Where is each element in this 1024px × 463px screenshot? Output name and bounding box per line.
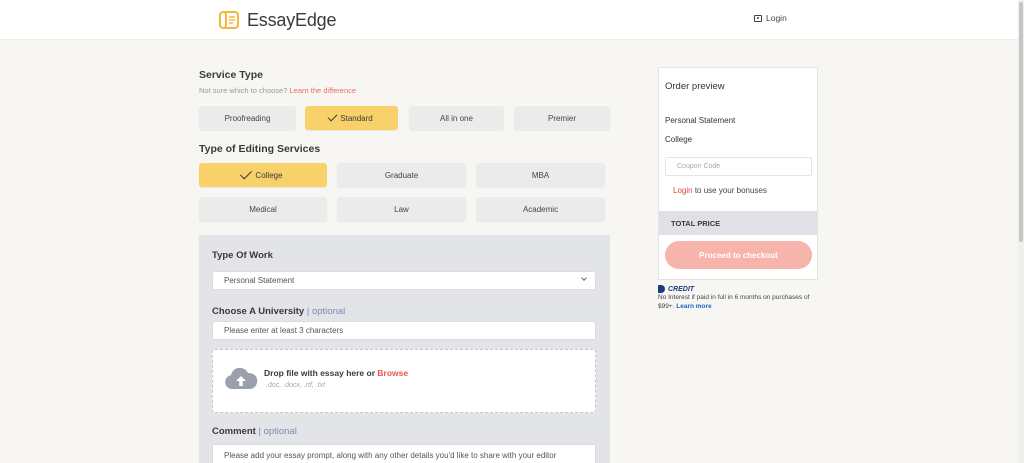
editing-option-academic[interactable]: Academic [476,197,605,221]
comment-textarea[interactable]: Please add your essay prompt, along with… [212,444,596,463]
brand-name: EssayEdge [247,9,337,30]
university-input[interactable]: Please enter at least 3 characters [212,321,596,340]
header-login-link[interactable]: Login [754,13,787,23]
service-option-label: Premier [547,113,576,123]
service-option-premier[interactable]: Premier [514,106,610,130]
service-option-proofreading[interactable]: Proofreading [199,106,296,130]
paypal-icon [658,285,665,293]
editing-option-mba[interactable]: MBA [476,163,605,187]
browse-link[interactable]: Browse [377,368,408,378]
service-type-subtitle-text: Not sure which to choose? [199,86,288,95]
bonus-login-text: to use your bonuses [694,186,767,195]
total-price-label: TOTAL PRICE [671,218,721,228]
editing-services-title: Type of Editing Services [199,143,321,155]
service-type-title: Service Type [199,69,264,81]
cloud-upload-icon [225,367,258,389]
total-price-bar: TOTAL PRICE [659,211,817,235]
service-option-label: Proofreading [224,113,271,123]
editing-option-medical[interactable]: Medical [199,197,327,221]
editing-option-label: Law [394,204,409,214]
coupon-input[interactable]: Coupon Code [665,157,812,176]
file-dropzone[interactable]: Drop file with essay here or Browse .doc… [212,349,596,413]
university-optional-tag: | optional [306,306,346,317]
page-scrollbar[interactable] [1018,0,1024,463]
service-option-label: Standard [340,113,373,123]
editing-option-law[interactable]: Law [337,197,466,221]
editing-option-college[interactable]: College [199,163,327,187]
order-preview-title: Order preview [665,81,725,92]
comment-placeholder: Please add your essay prompt, along with… [224,451,557,460]
dropzone-file-types: .doc, .docx, .rtf, .txt [266,382,326,389]
service-option-all-in-one[interactable]: All in one [409,106,504,130]
scroll-logo-icon [219,10,239,30]
editing-option-graduate[interactable]: Graduate [337,163,466,187]
coupon-placeholder: Coupon Code [677,163,721,170]
user-card-icon [754,14,762,22]
top-header: EssayEdge Login [0,0,1018,40]
service-option-label: All in one [440,113,473,123]
university-placeholder: Please enter at least 3 characters [224,326,344,335]
university-label-text: Choose A University [212,306,305,317]
university-label: Choose A University | optional [212,306,345,317]
checkout-label: Proceed to checkout [699,250,778,260]
service-type-subtitle: Not sure which to choose? Learn the diff… [199,86,356,95]
header-login-label: Login [766,13,787,23]
learn-difference-link[interactable]: Learn the difference [289,86,356,95]
dropzone-text: Drop file with essay here or Browse [264,368,408,378]
paypal-logo-text: CREDIT [668,285,695,293]
comment-optional-tag: | optional [258,426,297,437]
comment-label-text: Comment [212,426,256,437]
bonus-login-line: Login to use your bonuses [673,186,767,195]
comment-label: Comment | optional [212,426,297,437]
editing-option-label: College [255,170,283,180]
order-form-panel: Type Of Work Personal Statement Choose A… [199,235,610,463]
type-of-work-label: Type Of Work [212,250,273,261]
editing-option-label: MBA [531,170,550,180]
paypal-credit-block: CREDIT No Interest if paid in full in 6 … [658,285,823,311]
type-of-work-select[interactable]: Personal Statement [212,271,596,290]
editing-option-label: Graduate [384,170,419,180]
paypal-credit-text: No Interest if paid in full in 6 months … [658,294,823,311]
check-icon [327,111,338,122]
scrollbar-thumb[interactable] [1019,2,1023,242]
dropzone-label: Drop file with essay here or [264,368,376,378]
order-preview-card: Order preview Personal Statement College… [658,67,818,280]
paypal-credit-logo: CREDIT [658,285,823,293]
chevron-down-icon [581,275,587,281]
type-of-work-value: Personal Statement [224,276,295,285]
order-work-type: Personal Statement [665,116,736,125]
paypal-learn-more-link[interactable]: Learn more [676,303,711,310]
brand-logo[interactable]: EssayEdge [218,6,336,34]
proceed-to-checkout-button[interactable]: Proceed to checkout [665,241,812,269]
check-icon [240,167,253,180]
service-option-standard[interactable]: Standard [305,106,398,130]
order-level: College [665,135,693,144]
editing-option-label: Academic [522,204,559,214]
bonus-login-link[interactable]: Login [673,186,693,195]
editing-option-label: Medical [249,204,277,214]
